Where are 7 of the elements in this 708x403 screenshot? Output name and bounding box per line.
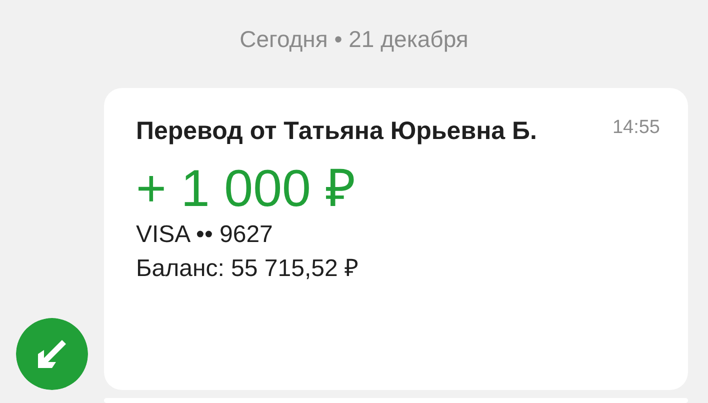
- balance-text: Баланс: 55 715,52 ₽: [136, 254, 358, 282]
- date-header: Сегодня • 21 декабря: [238, 25, 470, 54]
- message-card[interactable]: Перевод от Татьяна Юрьевна Б. 14:55 + 1 000 ₽ VISA •• 9627 Баланс: 55 715,52 ₽: [104, 88, 688, 390]
- card-number: VISA •• 9627: [136, 221, 273, 248]
- amount-text: + 1 000 ₽: [136, 160, 356, 218]
- message-title: Перевод от Татьяна Юрьевна Б.: [136, 116, 538, 147]
- message-time: 14:55: [612, 117, 660, 138]
